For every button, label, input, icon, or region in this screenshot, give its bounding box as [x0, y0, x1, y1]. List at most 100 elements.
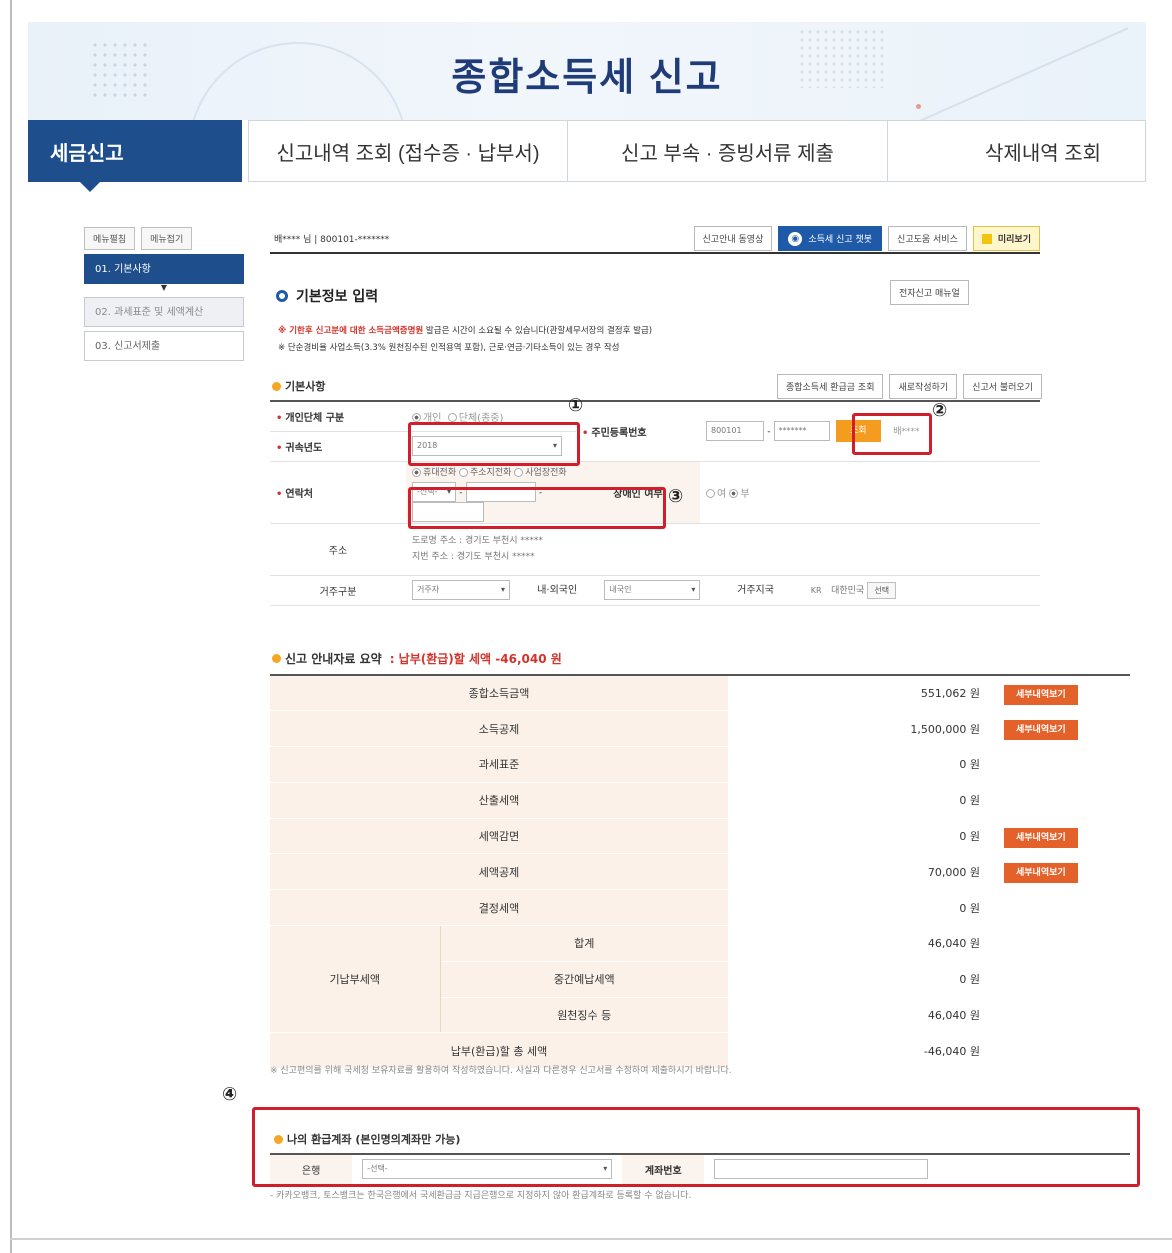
notice-line-1: ※ 기한후 신고분에 대한 소득금액증명원 발급은 시간이 소요될 수 있습니다…: [278, 323, 652, 340]
load-report-button[interactable]: 신고서 불러오기: [963, 374, 1042, 399]
summary-label: 과세표준: [270, 746, 728, 783]
step-menu: 01. 기본사항 ▼ 02. 과세표준 및 세액계산 03. 신고서제출: [84, 254, 244, 365]
header-banner: 종합소득세 신고: [28, 22, 1146, 120]
banner-decoration-dot: [916, 104, 921, 109]
summary-value: 70,000 원: [728, 853, 990, 891]
table-row: 결정세액 0 원: [270, 889, 1130, 927]
account-label: 계좌번호: [622, 1154, 705, 1185]
phone-last-input[interactable]: [412, 501, 484, 522]
refund-query-button[interactable]: 종합소득세 환급금 조회: [776, 374, 884, 399]
notice-1-rest: 발급은 시간이 소요될 수 있습니다(관할세무서장의 결정후 발급): [423, 326, 653, 336]
basic-info-header: 기본사항 종합소득세 환급금 조회 새로작성하기 신고서 불러오기: [272, 374, 1042, 399]
account-number-input[interactable]: [714, 1159, 929, 1180]
tab-tax-report[interactable]: 세금신고: [28, 120, 242, 192]
contact-label: • 연락처: [270, 461, 406, 524]
summary-label: 세액공제: [270, 853, 728, 891]
detail-button[interactable]: 세부내역보기: [1004, 827, 1078, 848]
residence-select[interactable]: 거주자: [412, 580, 510, 600]
residence-row: 거주자 내·외국인 내국인 거주지국 KR 대한민국 선택: [406, 575, 1040, 606]
radio-group[interactable]: [447, 413, 457, 423]
chatbot-button[interactable]: ◉ 소득세 신고 챗봇: [778, 226, 883, 251]
rrn-query-button[interactable]: 조회: [835, 420, 881, 443]
nationality-select[interactable]: 내국인: [604, 580, 701, 600]
bank-select[interactable]: -선택-: [362, 1159, 613, 1180]
contact-type-radios: 휴대전화 주소지전화 사업장전화: [412, 465, 570, 478]
summary-label: 결정세액: [270, 889, 728, 927]
section-title-text: 기본정보 입력: [296, 289, 379, 305]
radio-disabled-yes[interactable]: [706, 489, 715, 498]
detail-button[interactable]: 세부내역보기: [1004, 684, 1078, 705]
basic-info-buttons: 종합소득세 환급금 조회 새로작성하기 신고서 불러오기: [776, 374, 1042, 399]
summary-table-body: 종합소득금액 551,062 원 세부내역보기 소득공제 1,500,000 원 세부내역…: [270, 675, 1130, 1070]
summary-label: 세액감면: [270, 818, 728, 855]
summary-action: 세부내역보기: [990, 818, 1130, 855]
menu-expand-button[interactable]: 메뉴펼침: [84, 227, 136, 250]
summary-label: 산출세액: [270, 782, 728, 819]
summary-label: 소득공제: [270, 710, 728, 748]
radio-mobile[interactable]: [412, 467, 421, 477]
phone-prefix-select[interactable]: -선택-: [412, 481, 456, 502]
radio-office-phone[interactable]: [514, 467, 524, 477]
summary-table: 종합소득금액 551,062 원 세부내역보기 소득공제 1,500,000 원 세부내역…: [270, 674, 1130, 1070]
summary-label: 종합소득금액: [270, 675, 728, 712]
country-label: 거주지국: [737, 585, 774, 596]
phone-middle-input[interactable]: [465, 481, 536, 502]
summary-note: ※ 신고편의를 위해 국세청 보유자료를 활용하여 작성하였습니다. 사실과 다…: [270, 1066, 732, 1076]
window-left-border: [10, 0, 12, 1253]
user-bar: 배**** 님 | 800101-******* 신고안내 동영상 ◉ 소득세 …: [270, 222, 1040, 254]
road-address: 도로명 주소 : 경기도 부천시 *****: [412, 536, 543, 546]
step-item-submit[interactable]: 03. 신고서제출: [84, 331, 244, 361]
menu-collapse-button[interactable]: 메뉴접기: [141, 227, 193, 250]
notice-line-2: ※ 단순경비율 사업소득(3.3% 원천징수된 인적용역 포함), 근로·연금·…: [278, 343, 620, 353]
user-bar-buttons: 신고안내 동영상 ◉ 소득세 신고 챗봇 신고도움 서비스 미리보기: [693, 226, 1040, 251]
table-row: •연락처 휴대전화 주소지전화 사업장전화 -선택- - - 장애인 여부 여 …: [270, 461, 1040, 524]
step-item-tax-calc[interactable]: 02. 과세표준 및 세액계산: [84, 297, 244, 327]
summary-action: [990, 1032, 1130, 1070]
orange-bullet-icon: [274, 1134, 283, 1144]
basic-info-title: 기본사항: [272, 378, 325, 394]
person-type-label: • 개인단체 구분: [270, 401, 406, 432]
tax-year-select[interactable]: 2018: [412, 436, 562, 456]
rrn-front-input[interactable]: 800101: [706, 421, 764, 442]
rewrite-button[interactable]: 새로작성하기: [889, 374, 958, 399]
address-cell: 도로명 주소 : 경기도 부천시 ***** 지번 주소 : 경기도 부천시 *…: [406, 523, 1040, 576]
orange-bullet-icon: [272, 654, 281, 663]
summary-action: [990, 746, 1130, 783]
section-title: 기본정보 입력: [276, 286, 378, 306]
table-row: 종합소득금액 551,062 원 세부내역보기: [270, 675, 1130, 712]
lot-address: 지번 주소 : 경기도 부천시 *****: [412, 552, 535, 562]
orange-bullet-icon: [272, 381, 281, 391]
residence-label: 거주구분: [270, 575, 406, 606]
summary-total-value: -46,040 원: [728, 1032, 990, 1070]
radio-home-phone[interactable]: [459, 467, 468, 477]
preview-button[interactable]: 미리보기: [972, 226, 1040, 251]
step-arrow-icon: ▼: [160, 283, 168, 292]
table-row: 과세표준 0 원: [270, 746, 1130, 783]
disabled-radios: 여 부: [700, 461, 1040, 524]
guide-video-button[interactable]: 신고안내 동영상: [693, 226, 773, 251]
radio-individual[interactable]: [412, 413, 421, 423]
table-row: 소득공제 1,500,000 원 세부내역보기: [270, 710, 1130, 748]
manual-button[interactable]: 전자신고 매뉴얼: [890, 280, 969, 305]
tab-report-history[interactable]: 신고내역 조회 (접수증 · 납부서): [248, 120, 568, 182]
step-item-basic[interactable]: 01. 기본사항: [84, 254, 244, 284]
rrn-back-input[interactable]: *******: [773, 421, 830, 442]
radio-disabled-no[interactable]: [729, 489, 739, 498]
detail-button[interactable]: 세부내역보기: [1004, 720, 1078, 741]
tab-deleted-history[interactable]: 삭제내역 조회: [888, 120, 1146, 182]
person-type-radios: 개인 단체(종중): [406, 401, 576, 432]
table-row: 주소 도로명 주소 : 경기도 부천시 ***** 지번 주소 : 경기도 부천…: [270, 523, 1040, 576]
summary-action: [990, 889, 1130, 927]
help-service-button[interactable]: 신고도움 서비스: [888, 226, 967, 251]
tax-year-cell: 2018: [406, 431, 576, 462]
refund-title-text: 나의 환급계좌 (본인명의계좌만 가능): [287, 1133, 461, 1146]
summary-value: 0 원: [728, 818, 990, 855]
detail-button[interactable]: 세부내역보기: [1004, 863, 1078, 884]
country-select-button[interactable]: 선택: [867, 582, 897, 599]
chatbot-icon: ◉: [788, 231, 803, 246]
summary-label: 원천징수 등: [440, 997, 728, 1034]
summary-action: [990, 782, 1130, 819]
tab-attachments[interactable]: 신고 부속 · 증빙서류 제출: [568, 120, 888, 182]
summary-label: 합계: [440, 925, 728, 962]
table-row: 세액공제 70,000 원 세부내역보기: [270, 853, 1130, 891]
